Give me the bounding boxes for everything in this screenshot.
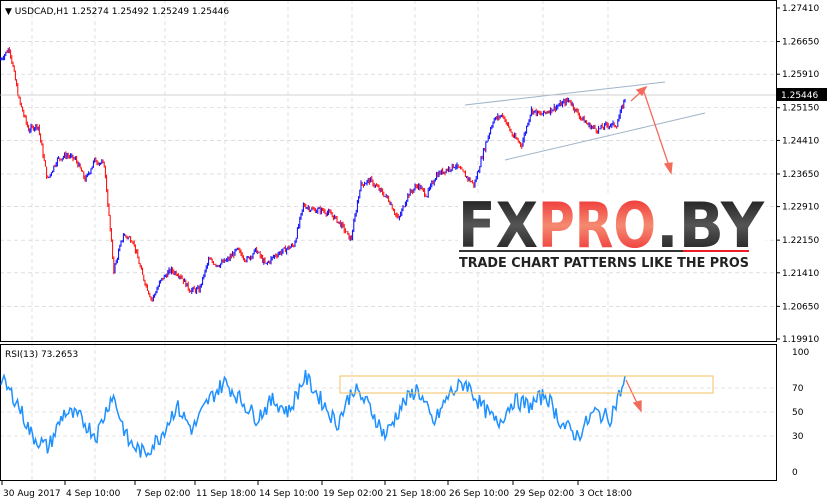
rsi-tick-label: 100: [792, 348, 809, 358]
time-tick-label: 21 Sep 18:00: [386, 489, 446, 499]
time-tick-label: 11 Sep 18:00: [196, 489, 256, 499]
price-tick-label: 1.19910: [782, 335, 819, 345]
time-tick-label: 30 Aug 2017: [3, 489, 61, 499]
price-tick-label: 1.21410: [782, 269, 819, 279]
price-tick-label: 1.27410: [782, 4, 819, 14]
time-tick-label: 3 Oct 18:00: [579, 489, 632, 499]
chart-canvas[interactable]: FX PRO .BY TRADE CHART PATTERNS LIKE THE…: [0, 0, 829, 504]
symbol-header: ▼ USDCAD,H1 1.25274 1.25492 1.25249 1.25…: [5, 7, 229, 17]
rsi-tick-label: 50: [792, 408, 804, 418]
rsi-axis: 100 70 50 30 0: [792, 348, 809, 478]
rsi-arrow-head: [632, 400, 642, 413]
price-tick-label: 1.22150: [782, 236, 819, 246]
rsi-panel-border: [0, 344, 777, 481]
price-tick-label: 1.25150: [782, 104, 819, 114]
time-tick-label: 7 Sep 02:00: [136, 489, 191, 499]
rsi-tick-label: 70: [792, 384, 804, 394]
rsi-overbought-box[interactable]: [339, 375, 714, 394]
price-panel-border: [0, 0, 777, 342]
rsi-tick-label: 0: [792, 468, 798, 478]
price-tick-label: 1.22910: [782, 203, 819, 213]
time-tick-label: 29 Sep 02:00: [514, 489, 574, 499]
price-tick-label: 1.24410: [782, 136, 819, 146]
time-axis: 30 Aug 2017 4 Sep 10:00 7 Sep 02:00 11 Sep …: [1, 481, 632, 499]
rsi-tick-label: 30: [792, 432, 804, 442]
arrow-down-head: [663, 162, 673, 175]
rsi-line: [0, 369, 626, 459]
price-tick-label: 1.20650: [782, 302, 819, 312]
logo-tagline: TRADE CHART PATTERNS LIKE THE PROS: [459, 256, 749, 271]
time-tick-label: 26 Sep 10:00: [449, 489, 509, 499]
price-tick-label: 1.25910: [782, 70, 819, 80]
time-tick-label: 14 Sep 10:00: [259, 489, 319, 499]
arrow-down-icon: [643, 91, 670, 167]
price-tick-label: 1.26650: [782, 38, 819, 48]
channel-lower-line[interactable]: [504, 112, 706, 161]
rsi-series: [0, 369, 626, 459]
price-axis: 1.27410 1.26650 1.25910 1.25150 1.24410 1.236…: [776, 4, 819, 345]
fxpro-logo: FX PRO .BY TRADE CHART PATTERNS LIKE THE…: [458, 189, 766, 271]
price-tick-label: 1.23650: [782, 170, 819, 180]
rsi-header: RSI(13) 73.2653: [5, 350, 78, 360]
time-tick-label: 4 Sep 10:00: [66, 489, 121, 499]
current-price-label: 1.25446: [781, 91, 818, 101]
time-tick-label: 19 Sep 02:00: [323, 489, 383, 499]
chart-window: FX PRO .BY TRADE CHART PATTERNS LIKE THE…: [0, 0, 829, 504]
